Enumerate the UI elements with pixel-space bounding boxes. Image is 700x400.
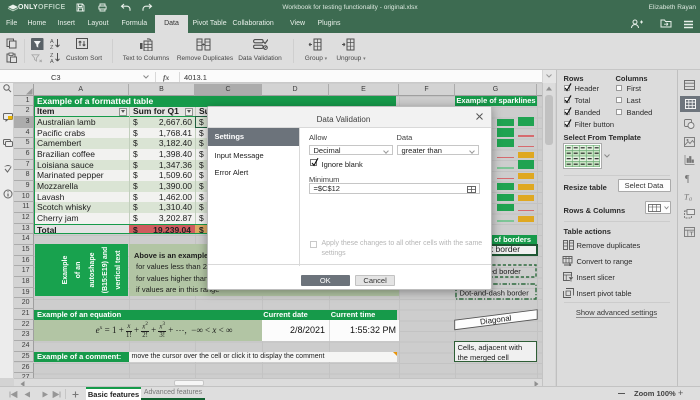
svg-text:Z: Z xyxy=(50,45,54,49)
svg-text:a: a xyxy=(689,196,692,201)
svg-text:¶: ¶ xyxy=(685,174,690,183)
svg-text:Diagonal: Diagonal xyxy=(479,313,512,326)
